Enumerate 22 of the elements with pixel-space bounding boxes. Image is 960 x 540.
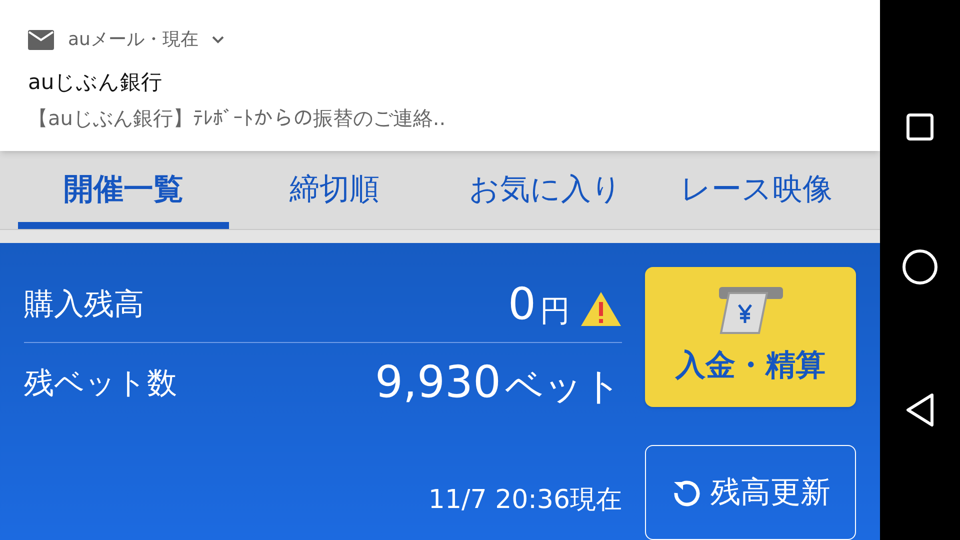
timestamp: 11/7 20:36現在 [428,484,622,517]
tab[interactable]: レース映像 [651,150,862,230]
tab[interactable]: 締切順 [229,150,440,230]
chevron-down-icon[interactable] [212,36,224,44]
atm-slot-icon [718,286,782,334]
balance-amount: 0 [508,282,536,326]
refresh-button[interactable]: 残高更新 [645,445,856,540]
recent-apps-icon[interactable] [906,113,934,142]
balance-amount: 9,930 [375,361,501,405]
balance-label: 購入残高 [24,286,144,324]
deposit-button[interactable]: 入金・精算 [645,267,856,407]
mail-icon [28,28,54,50]
tab[interactable]: 開催一覧 [18,150,229,230]
home-icon[interactable] [901,248,939,286]
notification-title: auじぶん銀行 [28,69,164,96]
notification-app: auメール・現在 [68,28,198,52]
balance-label: 残ベット数 [24,364,177,402]
balance-unit: ベット [505,367,622,405]
notification-body: 【auじぶん銀行】ﾃﾚﾎﾞｰﾄからの振替のご連絡.. [28,104,447,132]
balance-unit: 円 [540,296,570,326]
back-icon[interactable] [905,392,935,427]
tab[interactable]: お気に入り [440,150,651,230]
